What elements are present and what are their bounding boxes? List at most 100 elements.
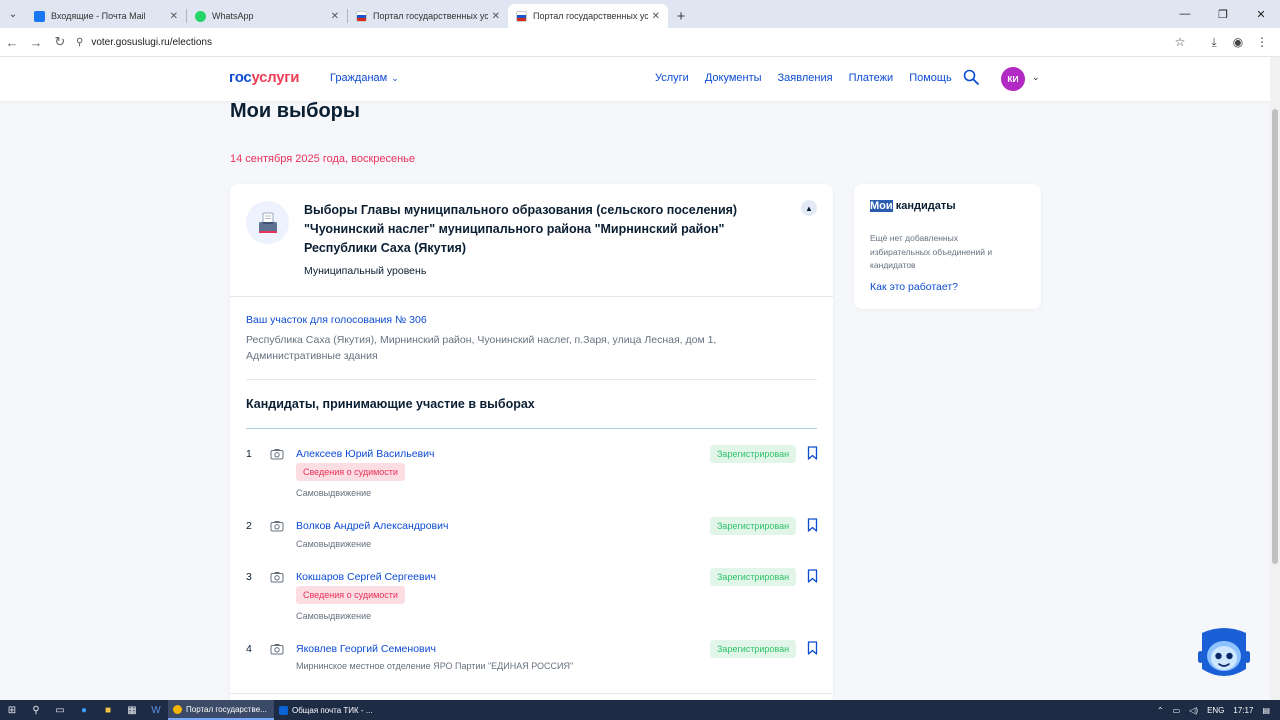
status-badge: Зарегистрирован [710, 568, 797, 586]
candidate-number: 1 [246, 448, 252, 460]
url-field[interactable]: ⚲ voter.gosuslugi.ru/elections [72, 31, 1168, 53]
camera-icon[interactable] [270, 570, 284, 584]
candidate-number: 2 [246, 520, 252, 532]
candidates-heading: Кандидаты, принимающие участие в выборах [246, 397, 535, 411]
tab-close-icon[interactable]: ✕ [652, 11, 660, 22]
russia-flag-favicon-icon [516, 10, 527, 22]
taskbar-app-label: Портал государстве... [186, 704, 267, 714]
browser-tab[interactable]: WhatsApp ✕ [187, 4, 347, 28]
divider [246, 379, 817, 380]
new-tab-button[interactable]: + [668, 4, 694, 28]
clock[interactable]: 17:17 [1233, 706, 1253, 715]
top-nav: Услуги Документы Заявления Платежи Помощ… [655, 72, 952, 84]
browser-tab[interactable]: Портал государственных услуг ✕ [348, 4, 508, 28]
windows-taskbar: ⊞ ⚲ ▭ ● ■ ▦ W Портал государстве... Обща… [0, 700, 1280, 720]
outlook-icon [279, 705, 288, 715]
criminal-record-badge[interactable]: Сведения о судимости [296, 586, 405, 604]
windows-start-icon[interactable]: ⊞ [0, 700, 24, 720]
nav-applications[interactable]: Заявления [778, 72, 833, 84]
camera-icon[interactable] [270, 519, 284, 533]
how-it-works-link[interactable]: Как это работает? [870, 281, 958, 293]
page-scrollbar[interactable] [1270, 57, 1280, 700]
selected-text: Мои [870, 200, 893, 212]
scroll-thumb[interactable] [1272, 109, 1278, 564]
volume-icon[interactable]: ◁) [1189, 706, 1198, 715]
calculator-icon[interactable]: ▦ [120, 700, 144, 720]
tab-close-icon[interactable]: ✕ [170, 11, 178, 22]
camera-icon[interactable] [270, 642, 284, 656]
robot-assistant-icon[interactable] [1196, 625, 1252, 687]
browser-tab[interactable]: Входящие - Почта Mail ✕ [26, 4, 186, 28]
menu-icon[interactable]: ⋮ [1250, 30, 1274, 54]
bookmark-icon[interactable] [807, 518, 818, 532]
russia-flag-favicon-icon [356, 10, 367, 22]
search-icon[interactable] [963, 69, 979, 85]
chevron-down-icon: ⌄ [391, 73, 399, 83]
tab-close-icon[interactable]: ✕ [331, 11, 339, 22]
divider [230, 296, 833, 297]
task-view-icon[interactable]: ▭ [48, 700, 72, 720]
collapse-chevron-up-icon[interactable]: ▲ [801, 200, 817, 216]
bookmark-icon[interactable] [807, 446, 818, 460]
nav-services[interactable]: Услуги [655, 72, 689, 84]
profile-icon[interactable]: ◉ [1226, 30, 1250, 54]
browser-tabstrip: ⌄ Входящие - Почта Mail ✕ WhatsApp ✕ Пор… [0, 0, 1280, 28]
taskbar-app-outlook[interactable]: Общая почта ТИК - ... [274, 700, 380, 720]
my-candidates-title: Мои кандидаты [870, 200, 956, 212]
site-header: госуслуги Гражданам ⌄ Услуги Документы За… [0, 57, 1270, 101]
word-icon[interactable]: W [144, 700, 168, 720]
close-window-icon[interactable]: ✕ [1242, 0, 1280, 28]
search-icon[interactable]: ⚲ [24, 700, 48, 720]
election-level: Муниципальный уровень [304, 265, 427, 277]
nav-documents[interactable]: Документы [705, 72, 762, 84]
bookmark-icon[interactable] [807, 569, 818, 583]
status-badge: Зарегистрирован [710, 517, 797, 535]
camera-icon[interactable] [270, 447, 284, 461]
network-icon[interactable]: ▭ [1173, 706, 1181, 715]
tab-close-icon[interactable]: ✕ [492, 11, 500, 22]
precinct-link[interactable]: Ваш участок для голосования № 306 [246, 314, 427, 326]
tray-chevron-up-icon[interactable]: ⌃ [1157, 706, 1164, 715]
gosuslugi-logo[interactable]: госуслуги [229, 69, 299, 86]
download-icon[interactable]: ⤓ [1202, 30, 1226, 54]
election-title: Выборы Главы муниципального образования … [304, 203, 738, 255]
system-tray: ⌃ ▭ ◁) ENG 17:17 ▤ [1157, 700, 1270, 720]
candidate-name[interactable]: Алексеев Юрий Васильевич [296, 448, 435, 460]
page-title: Мои выборы [230, 100, 360, 122]
window-controls: — ❐ ✕ [1166, 0, 1280, 28]
candidate-name[interactable]: Волков Андрей Александрович [296, 520, 448, 532]
bookmark-star-icon[interactable]: ☆ [1168, 30, 1192, 54]
candidate-nomination: Мирнинское местное отделение ЯРО Партии … [296, 661, 574, 671]
forward-icon[interactable]: → [24, 30, 48, 54]
candidate-name[interactable]: Кокшаров Сергей Сергеевич [296, 571, 436, 583]
candidate-number: 4 [246, 643, 252, 655]
edge-icon[interactable]: ● [72, 700, 96, 720]
browser-tab-active[interactable]: Портал государственных услуг ✕ [508, 4, 668, 28]
tab-label: Портал государственных услуг [373, 11, 488, 21]
taskbar-app-chrome[interactable]: Портал государстве... [168, 700, 274, 720]
restore-icon[interactable]: ❐ [1204, 0, 1242, 28]
logo-part-gos: гос [229, 69, 252, 86]
bookmark-icon[interactable] [807, 641, 818, 655]
reload-icon[interactable]: ↻ [48, 30, 72, 54]
file-explorer-icon[interactable]: ■ [96, 700, 120, 720]
tab-search-icon[interactable]: ⌄ [0, 0, 26, 28]
citizens-menu[interactable]: Гражданам ⌄ [330, 72, 399, 84]
my-candidates-card: Мои кандидаты Ещё нет добавленных избира… [854, 184, 1041, 309]
status-badge: Зарегистрирован [710, 445, 797, 463]
election-card: Выборы Главы муниципального образования … [230, 184, 833, 704]
mail-favicon-icon [34, 10, 45, 22]
nav-payments[interactable]: Платежи [849, 72, 894, 84]
site-info-icon[interactable]: ⚲ [76, 37, 83, 48]
candidate-name[interactable]: Яковлев Георгий Семенович [296, 643, 436, 655]
minimize-icon[interactable]: — [1166, 0, 1204, 28]
candidate-nomination: Самовыдвижение [296, 611, 372, 621]
language-indicator[interactable]: ENG [1207, 706, 1224, 715]
notifications-icon[interactable]: ▤ [1262, 706, 1270, 715]
avatar[interactable]: КИ [1001, 67, 1025, 91]
chevron-down-icon[interactable]: ⌄ [1032, 72, 1040, 83]
criminal-record-badge[interactable]: Сведения о судимости [296, 463, 405, 481]
ballot-box-icon [246, 201, 289, 244]
nav-help[interactable]: Помощь [909, 72, 952, 84]
back-icon[interactable]: ← [0, 30, 24, 54]
